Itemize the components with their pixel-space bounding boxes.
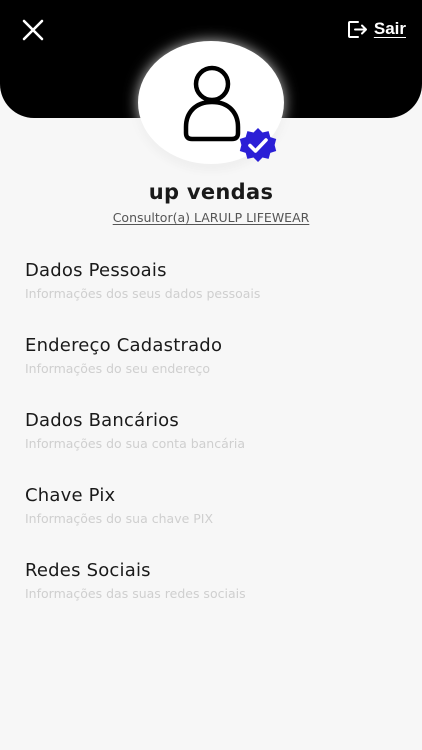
logout-icon xyxy=(347,20,367,38)
close-icon xyxy=(22,19,44,41)
menu-item-subtitle: Informações do seu endereço xyxy=(25,361,211,376)
menu-item-subtitle: Informações do sua chave PIX xyxy=(25,511,214,526)
menu-item-title: Endereço Cadastrado xyxy=(25,335,223,356)
menu-item-chave-pix[interactable]: Chave Pix Informações do sua chave PIX xyxy=(25,483,397,558)
logout-button[interactable]: Sair xyxy=(347,18,406,40)
menu-item-title: Chave Pix xyxy=(25,485,116,506)
avatar xyxy=(138,41,284,164)
menu-item-title: Redes Sociais xyxy=(25,560,151,581)
close-button[interactable] xyxy=(21,18,45,42)
menu-item-dados-pessoais[interactable]: Dados Pessoais Informações dos seus dado… xyxy=(25,258,397,333)
person-outline-icon xyxy=(183,65,241,142)
profile-menu: Dados Pessoais Informações dos seus dado… xyxy=(25,258,397,633)
user-name: up vendas xyxy=(148,180,274,204)
profile-screen: Sair up vendas Consultor(a) LARULP LIFEW… xyxy=(0,0,422,750)
menu-item-subtitle: Informações dos seus dados pessoais xyxy=(25,286,261,301)
menu-item-title: Dados Bancários xyxy=(25,410,179,431)
menu-item-subtitle: Informações das suas redes sociais xyxy=(25,586,246,601)
menu-item-dados-bancarios[interactable]: Dados Bancários Informações do sua conta… xyxy=(25,408,397,483)
menu-item-endereco[interactable]: Endereço Cadastrado Informações do seu e… xyxy=(25,333,397,408)
menu-item-redes-sociais[interactable]: Redes Sociais Informações das suas redes… xyxy=(25,558,397,633)
verified-badge-icon xyxy=(239,128,277,162)
menu-item-subtitle: Informações do sua conta bancária xyxy=(25,436,246,451)
user-role-link[interactable]: Consultor(a) LARULP LIFEWEAR xyxy=(0,210,422,225)
menu-item-title: Dados Pessoais xyxy=(25,260,167,281)
logout-label: Sair xyxy=(373,19,406,38)
